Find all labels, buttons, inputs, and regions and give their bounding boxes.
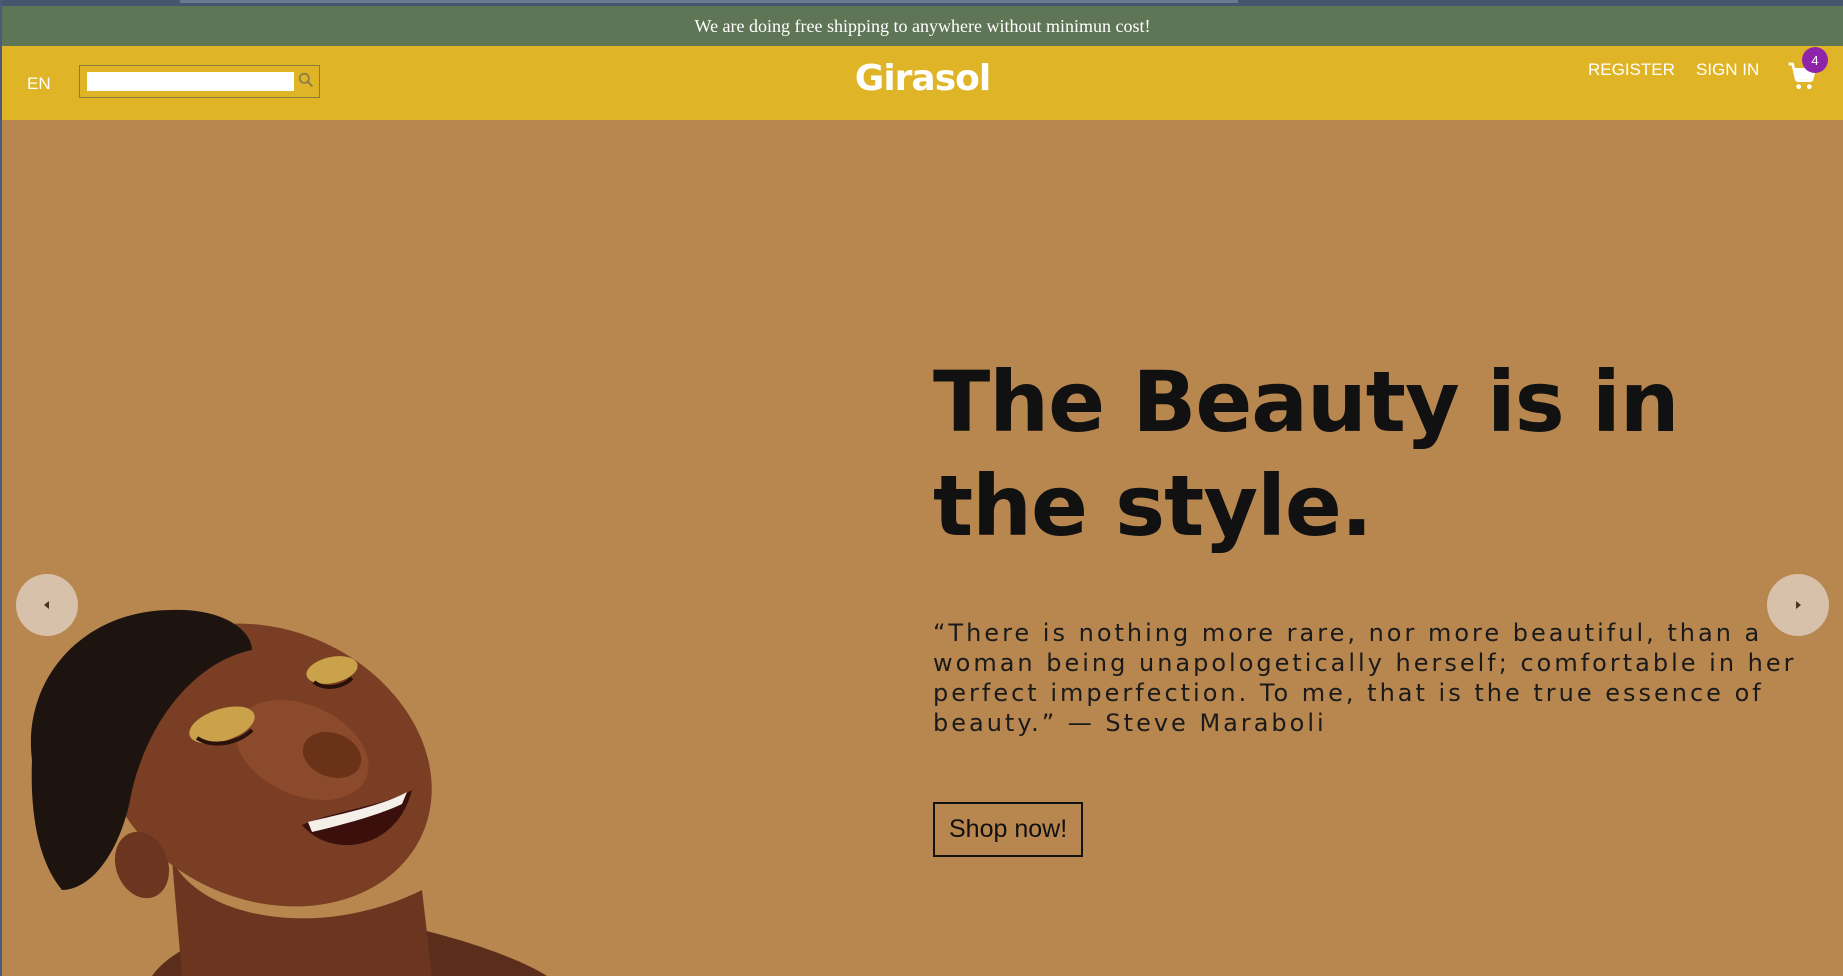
chevron-left-icon <box>44 601 49 609</box>
hero-slide: The Beauty is in the style. “There is no… <box>2 120 1843 976</box>
cart-count-badge: 4 <box>1802 47 1828 73</box>
navbar: EN Girasol REGISTER SIGN IN 4 <box>2 46 1843 120</box>
shop-now-button[interactable]: Shop now! <box>933 802 1084 857</box>
register-link[interactable]: REGISTER <box>1588 60 1675 80</box>
announcement-text: We are doing free shipping to anywhere w… <box>694 15 1151 36</box>
brand-logo: Girasol <box>2 58 1843 99</box>
hero-quote: “There is nothing more rare, nor more be… <box>933 619 1797 737</box>
hero-model-image <box>30 609 547 976</box>
page: We are doing free shipping to anywhere w… <box>2 0 1843 976</box>
carousel-next-button[interactable] <box>1767 574 1829 636</box>
chevron-right-icon <box>1796 601 1801 609</box>
announcement-bar: We are doing free shipping to anywhere w… <box>2 6 1843 46</box>
hero-headline: The Beauty is in the style. <box>933 353 1680 555</box>
sign-in-link[interactable]: SIGN IN <box>1696 60 1759 80</box>
carousel-prev-button[interactable] <box>16 574 78 636</box>
brand-name[interactable]: Girasol <box>855 58 991 99</box>
scroll-indicator <box>180 0 1238 3</box>
